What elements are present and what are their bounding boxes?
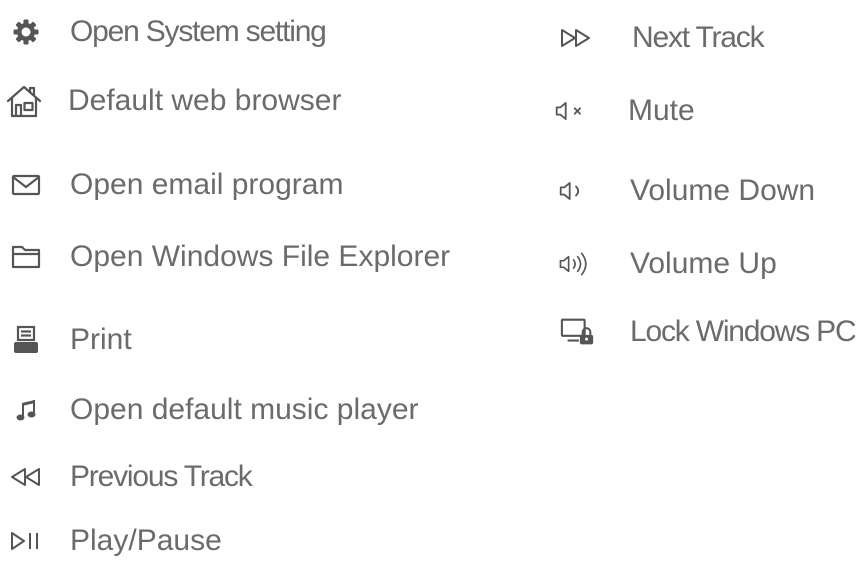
- legend-label: Open email program: [70, 168, 344, 201]
- legend-item-mute: Mute: [554, 87, 695, 135]
- folder-icon: [8, 239, 44, 275]
- legend-item-previous-track: Previous Track: [8, 453, 253, 501]
- next-track-icon: [558, 20, 594, 56]
- legend-label: Print: [70, 323, 132, 356]
- legend-item-lock-pc: Lock Windows PC: [560, 308, 857, 356]
- volume-down-icon: [558, 173, 594, 209]
- legend-label: Open Windows File Explorer: [70, 240, 451, 273]
- legend-label: Mute: [628, 94, 695, 127]
- legend-item-file-explorer: Open Windows File Explorer: [8, 233, 450, 281]
- envelope-icon: [8, 167, 44, 203]
- printer-icon: [8, 322, 44, 358]
- legend-label: Open default music player: [70, 393, 419, 426]
- music-note-icon: [8, 392, 44, 428]
- legend-item-volume-up: Volume Up: [558, 240, 777, 288]
- mute-icon: [554, 93, 590, 129]
- legend-item-next-track: Next Track: [558, 14, 765, 62]
- legend-item-email: Open email program: [8, 161, 343, 209]
- legend-label: Volume Up: [630, 247, 777, 280]
- legend-item-web-browser: Default web browser: [6, 77, 341, 125]
- home-icon: [6, 83, 42, 119]
- legend-item-music-player: Open default music player: [8, 386, 419, 434]
- legend-label: Play/Pause: [70, 524, 222, 557]
- legend-item-system-settings: Open System setting: [8, 8, 327, 56]
- legend-label: Volume Down: [630, 174, 816, 207]
- legend-label: Previous Track: [70, 460, 253, 493]
- previous-track-icon: [8, 459, 44, 495]
- legend-label: Open System setting: [70, 15, 327, 48]
- play-pause-icon: [8, 523, 44, 559]
- lock-pc-icon: [560, 314, 596, 350]
- legend-item-print: Print: [8, 316, 132, 364]
- legend-label: Next Track: [632, 21, 765, 54]
- gear-icon: [8, 14, 44, 50]
- volume-up-icon: [558, 246, 594, 282]
- legend-label: Default web browser: [68, 84, 342, 117]
- legend-item-volume-down: Volume Down: [558, 167, 815, 215]
- legend-label: Lock Windows PC: [630, 315, 857, 348]
